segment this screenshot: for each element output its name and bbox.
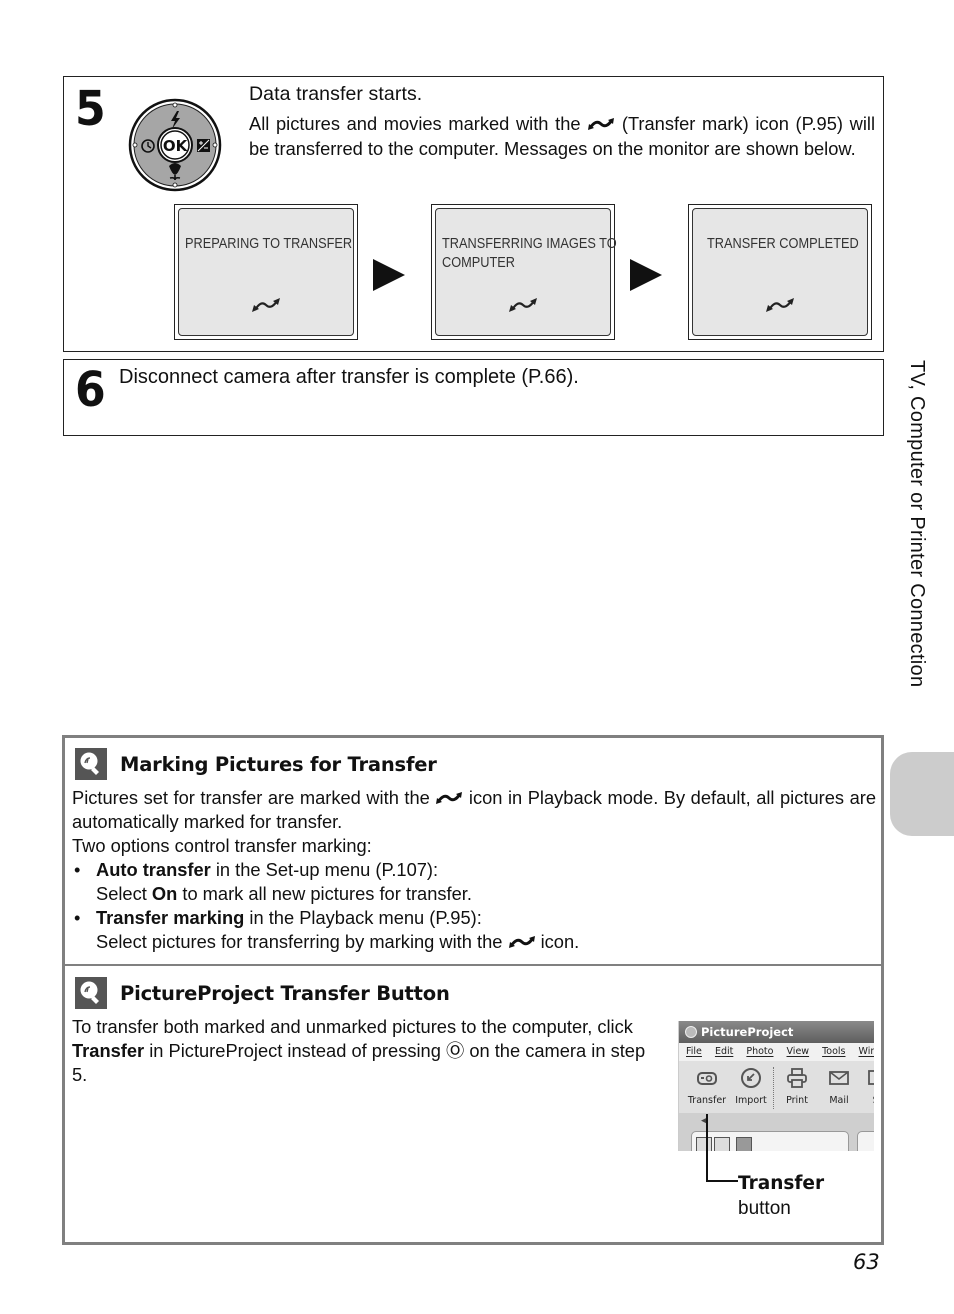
transfer-mark-icon — [509, 298, 537, 312]
import-icon — [741, 1068, 761, 1088]
pp-menu-photo[interactable]: Photo — [746, 1046, 773, 1057]
step-number: 6 — [75, 362, 106, 418]
menu-option-name: Auto transfer — [96, 859, 211, 880]
pp-app-logo-icon — [685, 1026, 697, 1038]
screen-message: TRANSFERRING IMAGES TO COMPUTER — [442, 235, 617, 273]
pp-panel-icon[interactable] — [736, 1137, 752, 1151]
monitor-screen-preparing: PREPARING TO TRANSFER — [174, 204, 358, 340]
pp-tool-label: Sl — [855, 1095, 874, 1106]
pp-title-bar: PictureProject — [679, 1021, 874, 1043]
bullet-text: to mark all new pictures for transfer. — [177, 883, 472, 904]
monitor-screen-completed: TRANSFER COMPLETED — [688, 204, 872, 340]
transfer-mark-icon — [766, 298, 794, 312]
screen-message-line-2: COMPUTER — [442, 255, 516, 271]
screen-message: TRANSFER COMPLETED — [707, 236, 859, 252]
arrow-right-icon — [630, 259, 662, 291]
bullet-text: in the Playback menu (P.95): — [244, 907, 482, 928]
step-5-title: Data transfer starts. — [249, 83, 423, 105]
pp-menu-window[interactable]: Window — [859, 1046, 874, 1057]
note-body-pictureproject: To transfer both marked and unmarked pic… — [72, 1015, 662, 1087]
pp-menu-bar: File Edit Photo View Tools Window H — [679, 1043, 874, 1061]
note-divider — [65, 964, 881, 966]
bullet-icon: • — [74, 859, 81, 880]
tip-lightbulb-icon — [75, 977, 107, 1009]
bullet-text: Select — [96, 883, 152, 904]
multi-selector-dial-icon: OK — [128, 98, 222, 192]
pp-content-area: ◀ — [679, 1113, 874, 1151]
screen-message-line-1: TRANSFERRING IMAGES TO — [442, 236, 617, 252]
callout-line — [706, 1180, 738, 1182]
pp-tool-label: Print — [786, 1095, 808, 1106]
note-paragraph: Two options control transfer marking: — [72, 835, 372, 856]
step-6-box: 6 Disconnect camera after transfer is co… — [63, 359, 884, 436]
section-side-tab-label: TV, Computer or Printer Connection — [906, 360, 928, 688]
transfer-label: Transfer — [72, 1040, 145, 1061]
note-title-pictureproject: PictureProject Transfer Button — [120, 982, 450, 1005]
pp-toolbar: Transfer Import Print Mail Sl — [679, 1061, 874, 1113]
step-5-body-text: All pictures and movies marked with the — [249, 113, 588, 134]
pp-toolbar-separator — [773, 1067, 774, 1109]
bullet-item-auto-transfer: • Auto transfer in the Set-up menu (P.10… — [72, 858, 876, 906]
bullet-text: in the Set-up menu (P.107): — [210, 859, 439, 880]
printer-icon — [787, 1068, 807, 1088]
bullet-main: Transfer marking in the Playback menu (P… — [96, 906, 876, 930]
pp-panel — [857, 1131, 874, 1151]
bullet-main: Auto transfer in the Set-up menu (P.107)… — [96, 858, 876, 882]
mail-icon — [829, 1071, 849, 1085]
transfer-mark-icon — [508, 936, 535, 948]
pp-slideshow-button[interactable]: Sl — [855, 1065, 874, 1106]
arrow-right-icon — [373, 259, 405, 291]
callout-label: Transfer button — [738, 1171, 824, 1221]
monitor-screen-transferring: TRANSFERRING IMAGES TO COMPUTER — [431, 204, 617, 340]
pp-app-title: PictureProject — [701, 1025, 794, 1039]
step-5-box: 5 OK Data transfer starts. All pictures … — [63, 76, 884, 352]
pp-panel — [691, 1131, 849, 1151]
transfer-mark-icon — [436, 792, 463, 804]
slideshow-icon — [868, 1070, 874, 1085]
pp-panel-icon[interactable] — [714, 1137, 730, 1151]
transfer-mark-icon — [588, 118, 615, 130]
pp-menu-edit[interactable]: Edit — [715, 1046, 733, 1057]
note-paragraph: Pictures set for transfer are marked wit… — [72, 786, 876, 834]
callout-label-bold: Transfer — [738, 1173, 825, 1194]
bullet-sub: Select On to mark all new pictures for t… — [96, 882, 876, 906]
pp-panel-icon[interactable] — [696, 1137, 712, 1151]
pp-tool-label: Transfer — [687, 1095, 727, 1106]
section-side-tab — [890, 752, 954, 836]
step-number: 5 — [75, 81, 106, 137]
pp-menu-tools[interactable]: Tools — [822, 1046, 845, 1057]
transfer-mark-icon — [252, 298, 280, 312]
bullet-text: Select pictures for transferring by mark… — [96, 931, 508, 952]
callout-line — [706, 1114, 708, 1182]
note-text: Pictures set for transfer are marked wit… — [72, 787, 436, 808]
screen-message: PREPARING TO TRANSFER — [185, 236, 353, 252]
pp-transfer-button[interactable]: Transfer — [685, 1065, 729, 1106]
note-text: in PictureProject instead of pressing — [144, 1040, 446, 1061]
note-body-marking: Pictures set for transfer are marked wit… — [72, 786, 876, 954]
page-number: 63 — [853, 1250, 880, 1274]
svg-text:OK: OK — [163, 137, 189, 155]
pp-menu-file[interactable]: File — [686, 1046, 702, 1057]
step-5-body: All pictures and movies marked with the … — [249, 111, 875, 161]
camera-transfer-icon — [697, 1072, 717, 1085]
note-title-marking: Marking Pictures for Transfer — [120, 753, 437, 776]
bullet-item-transfer-marking: • Transfer marking in the Playback menu … — [72, 906, 876, 954]
step-6-text: Disconnect camera after transfer is comp… — [119, 366, 579, 388]
ok-button-icon: Ⓞ — [445, 1040, 465, 1061]
pp-tool-label: Import — [735, 1095, 767, 1106]
pp-import-button[interactable]: Import — [729, 1065, 773, 1106]
bullet-icon: • — [74, 907, 81, 928]
bullet-text: icon. — [535, 931, 580, 952]
note-text: To transfer both marked and unmarked pic… — [72, 1016, 633, 1037]
option-value: On — [151, 883, 178, 904]
bullet-sub: Select pictures for transferring by mark… — [96, 930, 876, 954]
tip-lightbulb-icon — [75, 748, 107, 780]
pp-menu-view[interactable]: View — [787, 1046, 810, 1057]
notes-box: Marking Pictures for Transfer Pictures s… — [62, 735, 884, 1245]
callout-label-text: button — [738, 1198, 791, 1219]
pp-print-button[interactable]: Print — [775, 1065, 819, 1106]
menu-option-name: Transfer marking — [96, 907, 245, 928]
